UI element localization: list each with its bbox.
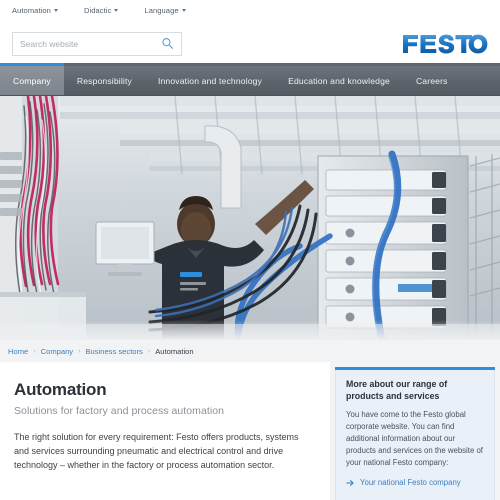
breadcrumb-separator: › — [78, 347, 81, 355]
utility-item-label: Automation — [12, 5, 51, 15]
search-input[interactable] — [20, 38, 161, 49]
nav-item-innovation-and-technology[interactable]: Innovation and technology — [145, 66, 275, 95]
breadcrumb-separator: › — [147, 347, 151, 355]
utility-item-didactic[interactable]: Didactic — [83, 5, 119, 15]
page-title: Automation — [14, 380, 107, 399]
breadcrumb-item-company[interactable]: Company — [41, 347, 74, 356]
nav-item-company[interactable]: Company — [0, 63, 64, 95]
festo-logo[interactable] — [402, 33, 488, 55]
utility-bar: Automation Didactic Language — [0, 0, 500, 21]
hero-bottom-fade — [0, 320, 500, 340]
search-box[interactable] — [12, 31, 182, 56]
nav-item-responsibility[interactable]: Responsibility — [64, 66, 145, 95]
main-navigation: Company Responsibility Innovation and te… — [0, 63, 500, 96]
breadcrumb: Home › Company › Business sectors › Auto… — [0, 340, 500, 362]
nav-item-education-and-knowledge[interactable]: Education and knowledge — [275, 66, 403, 95]
site-header — [0, 21, 500, 66]
nav-item-label: Company — [13, 75, 51, 86]
sidebar-title: More about our range of products and ser… — [346, 379, 448, 401]
breadcrumb-item-home[interactable]: Home — [8, 347, 28, 356]
hero-image — [0, 96, 500, 340]
festo-logo-icon — [403, 34, 488, 53]
chevron-down-icon — [181, 8, 186, 12]
arrow-right-icon — [346, 479, 354, 486]
breadcrumb-item-business-sectors[interactable]: Business sectors — [85, 347, 142, 356]
nav-item-label: Careers — [415, 75, 448, 86]
utility-item-automation[interactable]: Automation — [12, 6, 58, 15]
nav-item-label: Responsibility — [76, 75, 132, 86]
utility-item-label: Didactic — [83, 5, 112, 15]
sidebar-text: You have come to the Festo global corpor… — [346, 409, 483, 468]
search-icon[interactable] — [161, 37, 174, 50]
hero-illustration — [0, 96, 500, 340]
breadcrumb-item-automation: Automation — [155, 346, 194, 356]
utility-item-language[interactable]: Language — [144, 5, 186, 15]
page-subtitle: Solutions for factory and process automa… — [14, 405, 224, 417]
page-root: Automation Didactic Language Search webs… — [0, 0, 500, 500]
sidebar-link-label: Your national Festo company — [360, 478, 461, 488]
page-body-text: The right solution for every requirement… — [14, 432, 299, 470]
chevron-down-icon — [114, 8, 119, 12]
sidebar-link-national-company[interactable]: Your national Festo company — [346, 478, 484, 487]
nav-item-label: Innovation and technology — [157, 75, 263, 86]
sidebar-info-box: More about our range of products and ser… — [335, 367, 495, 500]
main-column: Automation Solutions for factory and pro… — [0, 362, 330, 500]
breadcrumb-separator: › — [33, 347, 36, 355]
chevron-down-icon — [53, 8, 58, 12]
content-area: Automation Solutions for factory and pro… — [0, 362, 500, 500]
nav-item-careers[interactable]: Careers — [403, 66, 461, 95]
nav-item-label: Education and knowledge — [288, 75, 390, 86]
utility-item-label: Language — [144, 5, 179, 15]
sidebar-column: More about our range of products and ser… — [330, 362, 500, 500]
